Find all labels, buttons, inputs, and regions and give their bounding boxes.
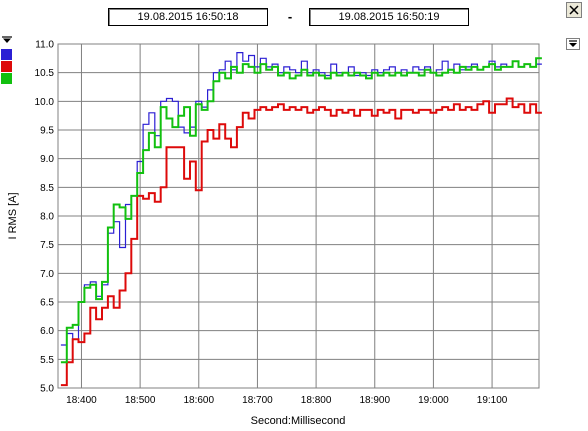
x-tick-label: 18:500 — [125, 395, 156, 406]
y-tick-label: 7.5 — [40, 240, 54, 251]
y-tick-label: 10.0 — [35, 97, 55, 108]
y-tick-label: 11.0 — [35, 40, 54, 51]
legend-swatch-green[interactable] — [1, 73, 12, 84]
x-tick-label: 18:800 — [301, 395, 332, 406]
chevron-down-icon — [569, 40, 577, 47]
close-button[interactable] — [566, 2, 582, 18]
x-tick-label: 18:400 — [66, 395, 97, 406]
y-tick-label: 9.5 — [40, 126, 54, 137]
line-chart: 5.0 5.5 6.0 6.5 7.0 7.5 8.0 8.5 9.0 9.5 10.0 10.5 11… — [7, 40, 542, 427]
options-dropdown-button[interactable] — [566, 38, 580, 50]
y-tick-label: 6.5 — [40, 298, 54, 309]
x-tick-label: 18:900 — [359, 395, 390, 406]
x-tick-label: 18:700 — [242, 395, 273, 406]
legend-swatch-blue[interactable] — [1, 49, 12, 60]
y-tick-label: 5.5 — [40, 355, 54, 366]
y-tick-label: 9.0 — [40, 154, 54, 165]
legend-dropdown-icon[interactable] — [2, 36, 12, 44]
x-tick-label: 19:100 — [477, 395, 508, 406]
y-tick-label: 5.0 — [40, 384, 54, 395]
start-time-field[interactable]: 19.08.2015 16:50:18 — [108, 8, 268, 26]
y-tick-label: 8.0 — [40, 212, 54, 223]
y-tick-label: 10.5 — [35, 68, 55, 79]
y-tick-label: 7.0 — [40, 269, 54, 280]
time-range-separator: - — [287, 9, 293, 24]
x-tick-labels: 18:400 18:500 18:600 18:700 18:800 18:900 19:0… — [66, 395, 508, 406]
legend-swatch-red[interactable] — [1, 61, 12, 72]
y-axis-title: I RMS [A] — [7, 192, 19, 239]
x-tick-label: 19:000 — [418, 395, 449, 406]
x-tick-label: 18:600 — [183, 395, 214, 406]
close-icon — [569, 5, 579, 15]
y-tick-label: 6.0 — [40, 326, 54, 337]
y-tick-labels: 5.0 5.5 6.0 6.5 7.0 7.5 8.0 8.5 9.0 9.5 10.0 10.5 11… — [35, 40, 55, 395]
y-tick-label: 8.5 — [40, 183, 54, 194]
end-time-field[interactable]: 19.08.2015 16:50:19 — [309, 8, 469, 26]
x-axis-title: Second:Millisecond — [251, 415, 346, 427]
